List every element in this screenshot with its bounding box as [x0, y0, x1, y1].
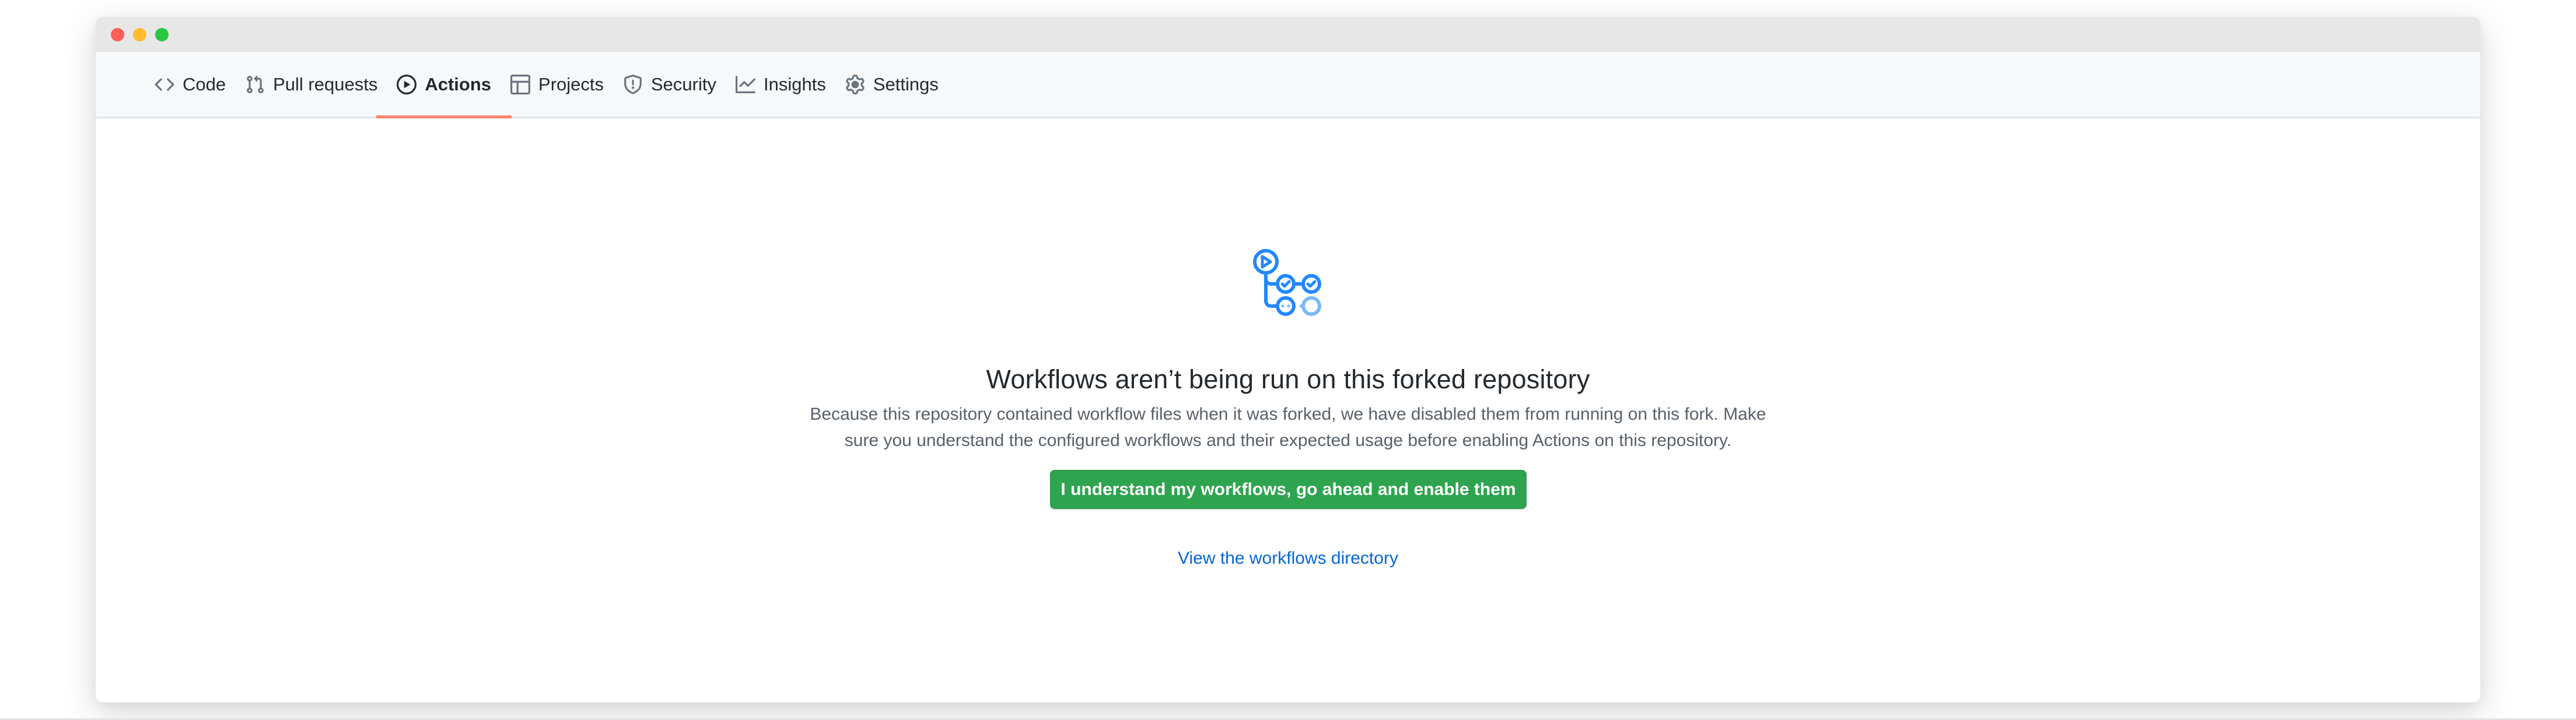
tab-security[interactable]: Security: [623, 52, 736, 117]
notice-description: Because this repository contained workfl…: [810, 405, 1766, 450]
repo-tabs: Code Pull requests Actions Projects Secu…: [155, 52, 958, 118]
shield-icon: [623, 74, 643, 94]
screen: Code Pull requests Actions Projects Secu…: [0, 0, 2576, 720]
play-icon: [397, 74, 417, 94]
tab-actions[interactable]: Actions: [376, 52, 512, 118]
code-icon: [155, 75, 174, 94]
tab-label: Actions: [425, 73, 492, 94]
tab-pull-requests[interactable]: Pull requests: [245, 52, 397, 117]
tab-label: Pull requests: [273, 73, 378, 94]
workflow-icon: [1253, 249, 1321, 316]
tab-label: Projects: [538, 73, 604, 94]
browser-window: Code Pull requests Actions Projects Secu…: [96, 17, 2480, 703]
close-window-button[interactable]: [111, 28, 124, 41]
notice-title: Workflows aren’t being run on this forke…: [986, 364, 1590, 394]
minimize-window-button[interactable]: [133, 28, 146, 41]
workflows-link-wrap: View the workflows directory: [96, 549, 2480, 568]
tab-label: Security: [651, 73, 716, 94]
zoom-window-button[interactable]: [155, 28, 169, 41]
title-bar: [96, 17, 2480, 52]
repo-nav: Code Pull requests Actions Projects Secu…: [96, 52, 2480, 118]
view-workflows-directory-link[interactable]: View the workflows directory: [1178, 549, 1398, 568]
gear-icon: [845, 74, 865, 94]
git-pull-request-icon: [245, 75, 265, 94]
tab-projects[interactable]: Projects: [510, 52, 623, 117]
tab-code[interactable]: Code: [155, 52, 245, 117]
enable-workflows-button[interactable]: I understand my workflows, go ahead and …: [1050, 470, 1527, 509]
tab-label: Settings: [873, 73, 939, 94]
tab-settings[interactable]: Settings: [845, 52, 958, 117]
actions-main: Workflows aren’t being run on this forke…: [96, 120, 2480, 703]
tab-label: Code: [183, 73, 226, 94]
tab-insights[interactable]: Insights: [735, 52, 845, 117]
graph-icon: [735, 75, 755, 94]
tab-label: Insights: [763, 73, 826, 94]
project-icon: [510, 74, 531, 94]
